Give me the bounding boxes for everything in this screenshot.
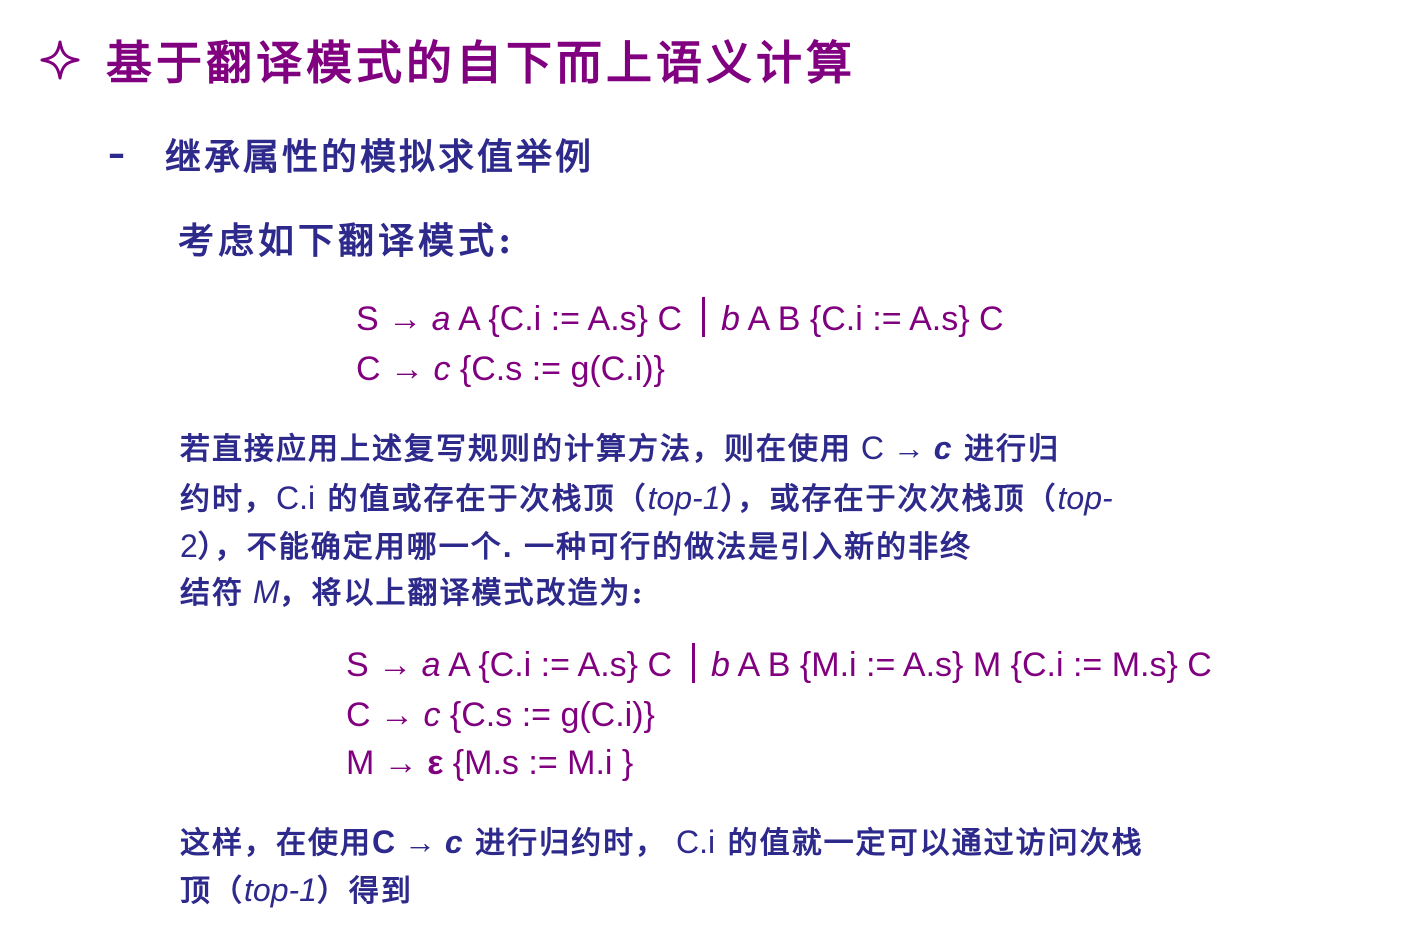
para-text: top- <box>1057 480 1113 516</box>
formula-terminal: c <box>433 350 451 388</box>
para-text: 一种可行的做法是引入新的非终 <box>511 530 973 565</box>
para1-line1: 若直接应用上述复写规则的计算方法，则在使用 C → c 进行归 <box>180 424 1060 468</box>
formula-text: {M.s := M.i } <box>443 744 634 782</box>
formula-text: {C.s := g(C.i)} <box>450 350 665 388</box>
formula-terminal: b <box>721 300 740 338</box>
slide-title: 基于翻译模式的自下而上语义计算 <box>106 36 856 90</box>
formula-text: C → <box>346 696 424 734</box>
para-text: 的值就一定可以通过访问次栈 <box>715 826 1144 861</box>
epsilon-symbol: ε <box>427 744 444 782</box>
formula-terminal: c <box>423 696 441 734</box>
para-text: ），不能确定用哪一个 <box>197 530 503 565</box>
para-text: c <box>444 824 463 860</box>
para-text: 结符 <box>180 576 244 611</box>
scheme1-line1: S → a A {C.i := A.s} C b A B {C.i := A.s}… <box>356 297 1004 341</box>
scheme2-line1: S → a A {C.i := A.s} C b A B {M.i := A.s}… <box>346 643 1212 687</box>
para-text: C.i <box>667 824 716 860</box>
subtitle-row: – 继承属性的模拟求值举例 <box>108 128 594 180</box>
formula-text: {C.s := g(C.i)} <box>440 696 655 734</box>
para-text: 顶（ <box>180 874 244 909</box>
para1-line4: 结符 M，将以上翻译模式改造为: <box>180 568 645 612</box>
formula-text: A B {C.i := A.s} C <box>739 300 1004 338</box>
para1-line3: 2），不能确定用哪一个. 一种可行的做法是引入新的非终 <box>180 522 972 566</box>
alternation-bar <box>702 297 706 338</box>
scheme2-line2: C → c {C.s := g(C.i)} <box>346 696 655 735</box>
para-text: 这样，在使用 <box>180 826 372 861</box>
para1-line2: 约时，C.i 的值或存在于次栈顶（top-1），或存在于次次栈顶（top- <box>180 474 1113 518</box>
para-text: M <box>244 574 280 610</box>
alternation-bar <box>692 643 696 684</box>
formula-text: S → <box>356 300 432 338</box>
para-text: ），或存在于次次栈顶（ <box>720 482 1058 517</box>
para-text: top-1 <box>244 872 317 908</box>
scheme2-line3: M → ε {M.s := M.i } <box>346 744 633 783</box>
formula-text: A B {M.i := A.s} M {C.i := M.s} C <box>729 646 1212 684</box>
para2-line2: 顶（top-1）得到 <box>180 866 413 910</box>
intro-text: 考虑如下翻译模式: <box>178 220 516 262</box>
dash-bullet: – <box>108 134 125 174</box>
para2-line1: 这样，在使用C → c 进行归约时， C.i 的值就一定可以通过访问次栈 <box>180 818 1144 862</box>
para-text: C → <box>852 430 934 466</box>
para-text: top-1 <box>647 480 721 516</box>
para-text: C.i <box>276 480 316 516</box>
para-text: 的值或存在于次栈顶（ <box>315 482 648 517</box>
formula-text: S → <box>346 646 422 684</box>
para-text: C → <box>372 824 445 860</box>
scheme1-line2: C → c {C.s := g(C.i)} <box>356 350 665 389</box>
formula-text: M → <box>346 744 428 782</box>
para-text: 进行归约时， <box>462 826 668 861</box>
four-point-star-icon <box>40 40 80 80</box>
slide-title-row: 基于翻译模式的自下而上语义计算 <box>40 28 856 92</box>
para-text: 若直接应用上述复写规则的计算方法，则在使用 <box>180 432 852 467</box>
para-text: 2 <box>180 528 198 564</box>
para-text: c <box>933 430 952 466</box>
subtitle: 继承属性的模拟求值举例 <box>165 136 595 178</box>
para-text: . <box>502 528 512 564</box>
formula-terminal: a <box>431 300 451 338</box>
formula-text: A {C.i := A.s} C <box>440 646 673 684</box>
formula-text: A {C.i := A.s} C <box>450 300 683 338</box>
para-text: ，将以上翻译模式改造为: <box>279 576 645 611</box>
formula-terminal: b <box>711 646 730 684</box>
formula-text: C → <box>356 350 434 388</box>
para-text: 约时， <box>180 482 276 517</box>
para-text: ）得到 <box>316 874 413 909</box>
formula-terminal: a <box>421 646 441 684</box>
para-text: 进行归 <box>951 432 1061 467</box>
